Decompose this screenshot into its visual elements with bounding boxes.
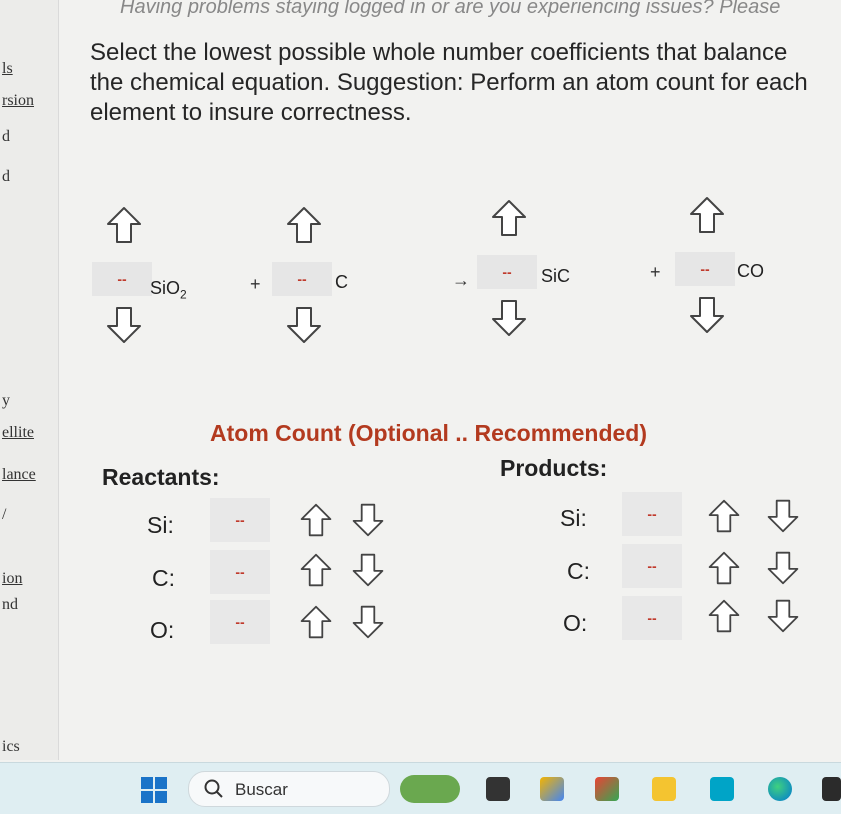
taskbar: Buscar [0,762,841,814]
app-icon[interactable] [822,777,841,801]
decrement-arrow-icon[interactable] [350,502,386,538]
increment-arrow-icon[interactable] [687,195,727,235]
reactant-c-label: C: [152,565,175,591]
file-explorer-icon[interactable] [652,777,676,801]
taskbar-search[interactable]: Buscar [188,771,390,807]
weather-widget-icon[interactable] [400,775,460,803]
sidebar: ls rsion d d y ellite lance / ion nd ics [0,0,59,760]
sidebar-item[interactable]: ion [2,570,22,588]
product-o-count[interactable]: -- [622,596,682,640]
formula-c: C [335,272,348,292]
sidebar-item[interactable]: lance [2,466,36,484]
coefficient-c: -- [272,205,332,355]
instructions-text: Select the lowest possible whole number … [90,39,808,126]
product-si-count[interactable]: -- [622,492,682,536]
decrement-arrow-icon[interactable] [765,550,801,586]
reactant-c-count[interactable]: -- [210,550,270,594]
coefficient-input[interactable]: -- [92,262,152,296]
increment-arrow-icon[interactable] [706,598,742,634]
increment-arrow-icon[interactable] [706,498,742,534]
atom-count-title: Atom Count (Optional .. Recommended) [210,420,647,446]
increment-arrow-icon[interactable] [298,552,334,588]
sidebar-item[interactable]: nd [2,596,18,614]
sidebar-item[interactable]: ellite [2,424,34,442]
coefficient-input[interactable]: -- [675,252,735,286]
decrement-arrow-icon[interactable] [765,498,801,534]
sidebar-item[interactable]: rsion [2,92,34,110]
edge-browser-icon[interactable] [768,777,792,801]
product-c-count[interactable]: -- [622,544,682,588]
reactant-si-count[interactable]: -- [210,498,270,542]
formula-sic: SiC [541,266,571,286]
sidebar-item[interactable]: y [2,392,10,410]
product-si-label: Si: [560,505,587,531]
coefficient-sic: -- [477,198,537,348]
app-icon[interactable] [540,777,564,801]
decrement-arrow-icon[interactable] [765,598,801,634]
increment-arrow-icon[interactable] [489,198,529,238]
reactant-o-label: O: [150,617,175,643]
decrement-arrow-icon[interactable] [350,552,386,588]
decrement-arrow-icon[interactable] [284,305,324,345]
plus-sign: + [250,274,261,294]
increment-arrow-icon[interactable] [706,550,742,586]
decrement-arrow-icon[interactable] [104,305,144,345]
formula-sio2: SiO2 [150,278,187,302]
decrement-arrow-icon[interactable] [687,295,727,335]
decrement-arrow-icon[interactable] [489,298,529,338]
products-heading: Products: [500,455,608,481]
coefficient-co: -- [675,195,735,345]
reactant-o-count[interactable]: -- [210,600,270,644]
product-o-label: O: [563,610,588,636]
sidebar-item[interactable]: ics [2,738,20,756]
increment-arrow-icon[interactable] [298,502,334,538]
plus-sign: + [650,262,661,282]
search-placeholder: Buscar [235,780,288,799]
app-icon[interactable] [710,777,734,801]
coefficient-input[interactable]: -- [272,262,332,296]
coefficient-sio2: -- [92,205,152,355]
sidebar-item[interactable]: / [2,506,6,524]
reaction-arrow: → [452,270,470,290]
windows-start-icon[interactable] [141,777,167,803]
product-c-label: C: [567,558,590,584]
search-icon [204,779,223,798]
sidebar-item[interactable]: ls [2,60,13,78]
task-view-icon[interactable] [486,777,510,801]
reactant-si-label: Si: [147,512,174,538]
increment-arrow-icon[interactable] [298,604,334,640]
increment-arrow-icon[interactable] [284,205,324,245]
top-banner-text: Having problems staying logged in or are… [120,0,781,18]
decrement-arrow-icon[interactable] [350,604,386,640]
coefficient-input[interactable]: -- [477,255,537,289]
store-icon[interactable] [595,777,619,801]
formula-co: CO [737,261,764,281]
sidebar-item[interactable]: d [2,128,10,146]
sidebar-item[interactable]: d [2,168,10,186]
increment-arrow-icon[interactable] [104,205,144,245]
reactants-heading: Reactants: [102,464,220,490]
